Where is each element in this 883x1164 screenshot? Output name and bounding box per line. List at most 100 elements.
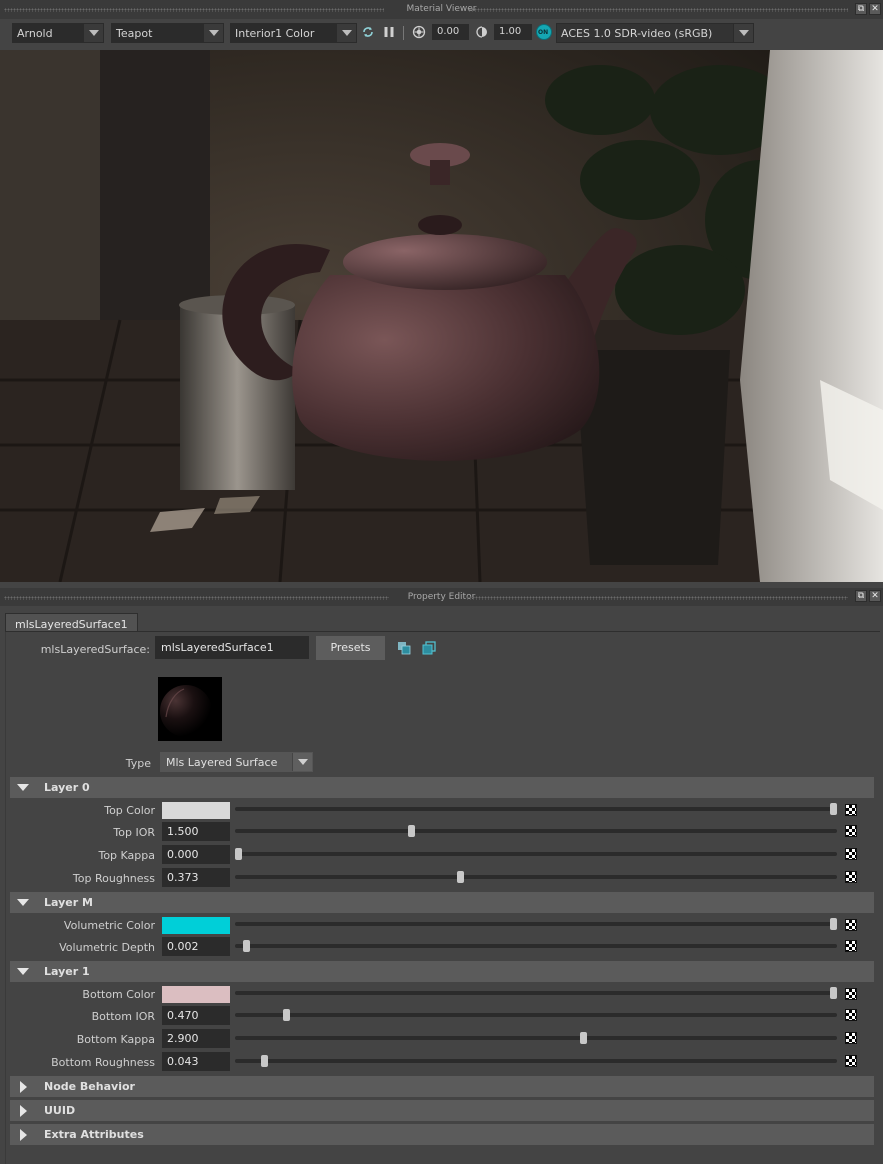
volumetric-depth-field[interactable]: 0.002 [162, 937, 230, 956]
slider-handle[interactable] [261, 1055, 268, 1067]
section-layer-0[interactable]: Layer 0 [10, 777, 874, 798]
top-kappa-field[interactable]: 0.000 [162, 845, 230, 864]
collapse-triangle-icon [20, 1105, 27, 1117]
slider-handle[interactable] [457, 871, 464, 883]
map-texture-icon[interactable] [845, 1055, 857, 1067]
map-texture-icon[interactable] [845, 825, 857, 837]
type-dropdown[interactable]: Mls Layered Surface [160, 752, 313, 772]
close-icon[interactable]: ✕ [869, 590, 881, 602]
section-title: Layer 1 [44, 965, 90, 978]
top-color-slider[interactable] [235, 803, 837, 815]
attr-label: Volumetric Depth [59, 941, 155, 954]
color-management-value: ACES 1.0 SDR-video (sRGB) [561, 27, 713, 40]
gamma-field[interactable]: 1.00 [494, 24, 532, 40]
volumetric-color-slider[interactable] [235, 918, 837, 930]
color-management-badge: ON [538, 29, 549, 36]
copy-tab-icon[interactable] [422, 641, 436, 655]
type-value: Mls Layered Surface [166, 756, 278, 769]
map-texture-icon[interactable] [845, 848, 857, 860]
slider-handle[interactable] [235, 848, 242, 860]
top-ior-field[interactable]: 1.500 [162, 822, 230, 841]
environment-value: Interior1 Color [235, 27, 315, 40]
presets-button[interactable]: Presets [316, 636, 385, 660]
bottom-ior-field[interactable]: 0.470 [162, 1006, 230, 1025]
top-ior-slider[interactable] [235, 825, 837, 837]
shape-dropdown[interactable]: Teapot [111, 23, 224, 43]
shape-value: Teapot [116, 27, 153, 40]
material-viewer-titlebar: Material Viewer ⧉ ✕ [0, 0, 883, 19]
restore-icon[interactable]: ⧉ [855, 590, 867, 602]
map-texture-icon[interactable] [845, 919, 857, 931]
volumetric-color-swatch[interactable] [162, 917, 230, 934]
slider-handle[interactable] [830, 803, 837, 815]
chevron-down-icon [733, 24, 753, 42]
collapse-triangle-icon [20, 1081, 27, 1093]
exposure-icon[interactable] [412, 25, 426, 39]
panel-edge [5, 632, 6, 1164]
expand-triangle-icon [17, 784, 29, 791]
bottom-color-swatch[interactable] [162, 986, 230, 1003]
map-texture-icon[interactable] [845, 1009, 857, 1021]
property-editor-titlebar: Property Editor ⧉ ✕ [0, 588, 883, 606]
chevron-down-icon [203, 24, 223, 42]
chevron-down-icon [336, 24, 356, 42]
attr-label: Top IOR [113, 826, 155, 839]
slider-handle[interactable] [830, 918, 837, 930]
section-extra-attributes[interactable]: Extra Attributes [10, 1124, 874, 1145]
map-texture-icon[interactable] [845, 1032, 857, 1044]
bottom-roughness-slider[interactable] [235, 1055, 837, 1067]
bottom-kappa-slider[interactable] [235, 1032, 837, 1044]
volumetric-depth-slider[interactable] [235, 940, 837, 952]
attr-label: Top Kappa [98, 849, 155, 862]
attr-label: Bottom IOR [91, 1010, 155, 1023]
section-title: Layer M [44, 896, 93, 909]
bottom-ior-slider[interactable] [235, 1009, 837, 1021]
renderer-dropdown[interactable]: Arnold [12, 23, 104, 43]
section-node-behavior[interactable]: Node Behavior [10, 1076, 874, 1097]
color-management-icon[interactable]: ON [536, 24, 552, 40]
slider-handle[interactable] [830, 987, 837, 999]
bottom-roughness-field[interactable]: 0.043 [162, 1052, 230, 1071]
type-label: Type [125, 757, 151, 770]
restore-icon[interactable]: ⧉ [855, 3, 867, 15]
load-preset-icon[interactable] [397, 641, 411, 655]
section-title: Layer 0 [44, 781, 90, 794]
top-roughness-field[interactable]: 0.373 [162, 868, 230, 887]
tab-mlslayeredsurface1[interactable]: mlsLayeredSurface1 [5, 613, 138, 632]
toolbar-divider [403, 26, 404, 40]
node-type-label: mlsLayeredSurface: [40, 643, 150, 656]
slider-handle[interactable] [580, 1032, 587, 1044]
titlebar-grip[interactable] [468, 8, 848, 12]
chevron-down-icon [83, 24, 103, 42]
slider-handle[interactable] [408, 825, 415, 837]
top-roughness-slider[interactable] [235, 871, 837, 883]
section-layer-1[interactable]: Layer 1 [10, 961, 874, 982]
material-viewer-toolbar: Arnold Teapot Interior1 Color 0.00 1.00 … [0, 19, 883, 50]
close-icon[interactable]: ✕ [869, 3, 881, 15]
slider-handle[interactable] [243, 940, 250, 952]
top-kappa-slider[interactable] [235, 848, 837, 860]
section-uuid[interactable]: UUID [10, 1100, 874, 1121]
color-management-dropdown[interactable]: ACES 1.0 SDR-video (sRGB) [556, 23, 754, 43]
section-title: UUID [44, 1104, 76, 1117]
titlebar-grip[interactable] [466, 596, 848, 600]
bottom-kappa-field[interactable]: 2.900 [162, 1029, 230, 1048]
exposure-field[interactable]: 0.00 [432, 24, 469, 40]
map-texture-icon[interactable] [845, 871, 857, 883]
map-texture-icon[interactable] [845, 804, 857, 816]
swatch-sphere-image [160, 685, 212, 737]
pause-icon[interactable] [382, 25, 396, 39]
attr-label: Bottom Color [82, 988, 155, 1001]
material-swatch[interactable] [158, 677, 222, 741]
map-texture-icon[interactable] [845, 940, 857, 952]
node-name-field[interactable]: mlsLayeredSurface1 [155, 636, 309, 659]
slider-handle[interactable] [283, 1009, 290, 1021]
render-viewport[interactable] [0, 50, 883, 582]
bottom-color-slider[interactable] [235, 987, 837, 999]
gamma-icon[interactable] [475, 25, 489, 39]
section-layer-m[interactable]: Layer M [10, 892, 874, 913]
top-color-swatch[interactable] [162, 802, 230, 819]
refresh-render-icon[interactable] [361, 25, 375, 39]
map-texture-icon[interactable] [845, 988, 857, 1000]
environment-dropdown[interactable]: Interior1 Color [230, 23, 357, 43]
